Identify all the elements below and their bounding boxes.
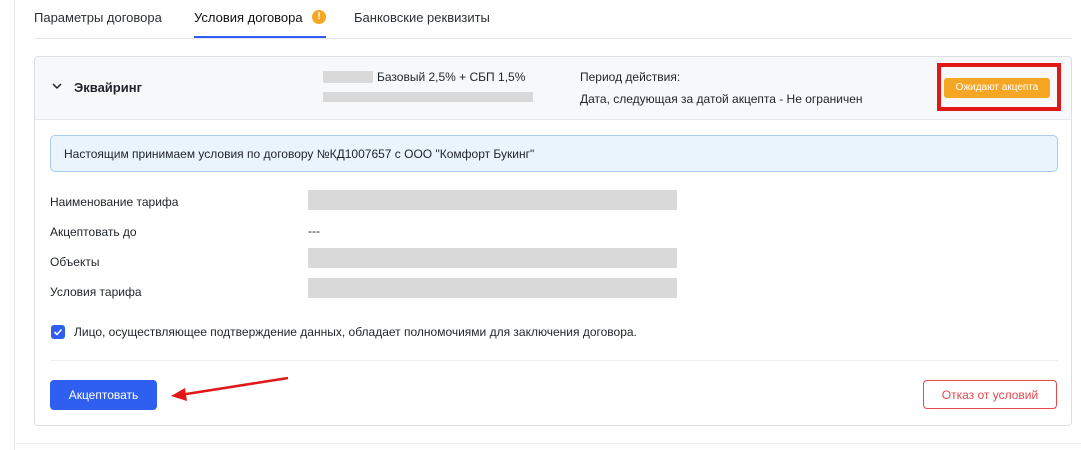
- period-title: Период действия:: [580, 70, 681, 84]
- objects-label: Объекты: [50, 255, 100, 269]
- chevron-down-icon[interactable]: [50, 79, 64, 93]
- bottom-rule: [14, 443, 1081, 444]
- accept-button[interactable]: Акцептовать: [50, 380, 157, 410]
- active-tab-indicator: [194, 36, 326, 38]
- refuse-conditions-button[interactable]: Отказ от условий: [923, 380, 1057, 409]
- acceptance-info-banner: Настоящим принимаем условия по договору …: [50, 135, 1058, 172]
- warning-icon: !: [312, 10, 326, 24]
- tariff-summary: Базовый 2,5% + СБП 1,5%: [377, 70, 526, 84]
- checkmark-icon: [53, 328, 63, 336]
- tariff-name-label: Наименование тарифа: [50, 195, 179, 209]
- redacted-objects: [308, 248, 677, 268]
- annotation-arrow-icon: [171, 376, 289, 401]
- tariff-terms-label: Условия тарифа: [50, 285, 142, 299]
- redacted-tariff-terms: [308, 278, 677, 298]
- acquiring-header[interactable]: Эквайринг Базовый 2,5% + СБП 1,5% Период…: [35, 57, 1071, 120]
- tab-bar: Параметры договора Условия договора ! Ба…: [34, 0, 1072, 39]
- authority-checkbox[interactable]: [51, 325, 65, 339]
- period-value: Дата, следующая за датой акцепта - Не ог…: [580, 92, 863, 106]
- accept-until-label: Акцептовать до: [50, 225, 137, 239]
- tab-contract-conditions[interactable]: Условия договора: [194, 10, 303, 25]
- left-rule: [14, 0, 15, 450]
- redacted-block: [323, 92, 533, 102]
- page: Параметры договора Условия договора ! Ба…: [0, 0, 1081, 450]
- accept-until-value: ---: [308, 224, 320, 238]
- authority-checkbox-label[interactable]: Лицо, осуществляющее подтверждение данны…: [74, 325, 637, 339]
- tab-bank-details[interactable]: Банковские реквизиты: [354, 10, 490, 25]
- redacted-block: [323, 71, 373, 83]
- annotation-highlight-box: [937, 63, 1061, 111]
- tab-contract-parameters[interactable]: Параметры договора: [34, 10, 162, 25]
- divider: [50, 360, 1058, 361]
- redacted-tariff-name: [308, 190, 677, 210]
- acquiring-title: Эквайринг: [74, 80, 142, 95]
